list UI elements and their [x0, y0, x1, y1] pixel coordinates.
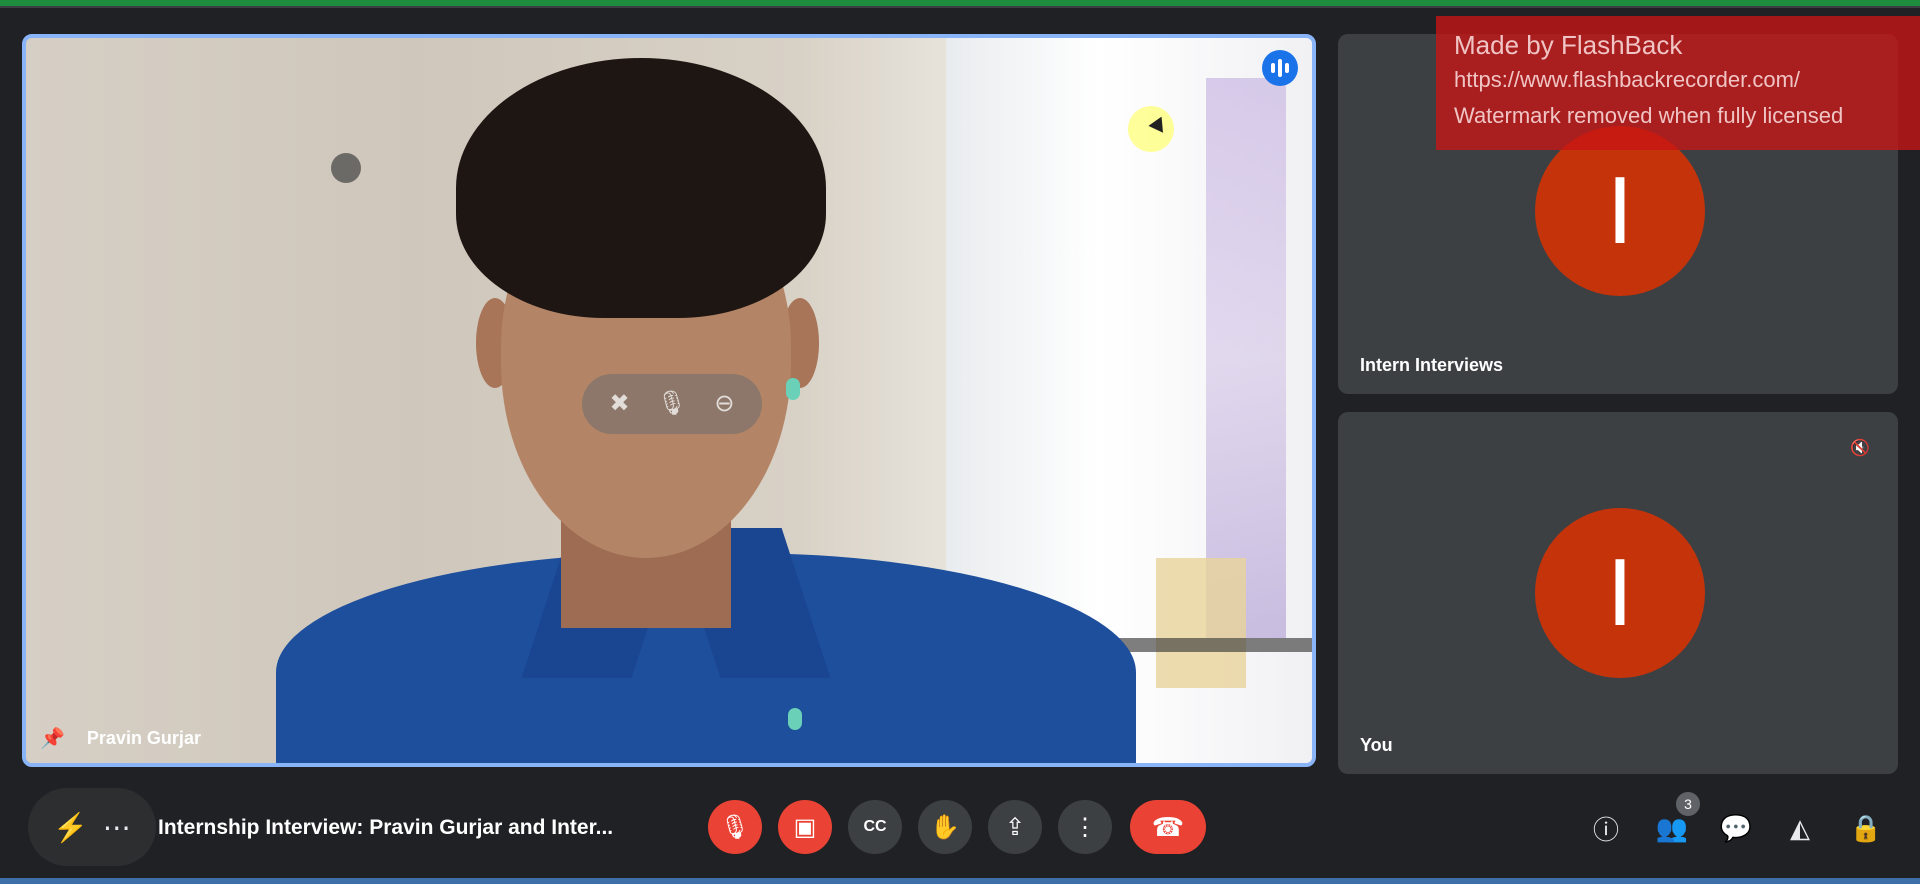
captions-button[interactable]: CC [848, 800, 902, 854]
raise-hand-button[interactable]: ✋ [918, 800, 972, 854]
hand-icon: ✋ [930, 813, 960, 841]
browser-top-strip [0, 0, 1920, 8]
participant-name: Pravin Gurjar [86, 728, 201, 748]
mic-toggle-button[interactable]: 🎙 [708, 800, 762, 854]
activities-button[interactable]: ◭ [1778, 806, 1822, 850]
more-icon[interactable]: ⋯ [103, 811, 131, 844]
more-vert-icon: ⋮ [1073, 813, 1097, 841]
meeting-title: Internship Interview: Pravin Gurjar and … [158, 816, 614, 839]
watermark-note: Watermark removed when fully licensed [1454, 103, 1844, 128]
remove-icon[interactable]: ⊖ [714, 392, 734, 416]
watermark-url: https://www.flashbackrecorder.com/ [1454, 67, 1801, 92]
mic-icon[interactable]: 🎙 [657, 392, 687, 416]
mic-off-icon: 🔇 [1850, 440, 1870, 457]
people-icon: 👥 [1655, 812, 1689, 843]
host-controls-button[interactable]: 🔒 [1844, 806, 1888, 850]
meeting-details-button[interactable]: ⓘ [1584, 806, 1628, 850]
bottom-control-bar: ⚡ ⋯ Internship Interview: Pravin Gurjar … [0, 784, 1920, 884]
recorder-watermark: Made by FlashBack https://www.flashbackr… [1436, 16, 1920, 150]
more-options-button[interactable]: ⋮ [1058, 800, 1112, 854]
meet-effects-icon[interactable]: ⚡ [53, 811, 88, 844]
pin-icon[interactable]: 📌 [40, 726, 65, 751]
chat-icon: 💬 [1719, 812, 1753, 843]
avatar: I [1535, 508, 1705, 678]
present-button[interactable]: ⇪ [988, 800, 1042, 854]
participant-name: You [1360, 735, 1393, 755]
participant-tile-you[interactable]: 🔇 I You [1338, 412, 1898, 774]
participant-name: Intern Interviews [1360, 355, 1504, 375]
camera-off-icon: ▣ [793, 813, 817, 841]
speaking-indicator-icon [1262, 50, 1298, 86]
screen-bottom-edge [0, 878, 1920, 884]
meet-logo-pill[interactable]: ⚡ ⋯ [28, 788, 156, 866]
meeting-stage: ✖ 🎙 ⊖ 📌 Pravin Gurjar I Intern Interview… [0, 8, 1920, 884]
present-icon: ⇪ [1004, 813, 1026, 841]
tile-hover-controls: ✖ 🎙 ⊖ [582, 374, 762, 434]
watermark-title: Made by FlashBack [1454, 30, 1683, 60]
mic-off-icon: 🎙 [719, 813, 751, 841]
participant-name-row: 📌 Pravin Gurjar [40, 726, 201, 751]
captions-icon: CC [863, 818, 887, 835]
info-icon: ⓘ [1592, 814, 1619, 845]
call-end-icon: ☎ [1151, 811, 1185, 842]
people-count-badge: 3 [1676, 792, 1700, 816]
camera-toggle-button[interactable]: ▣ [778, 800, 832, 854]
main-participant-tile[interactable]: ✖ 🎙 ⊖ 📌 Pravin Gurjar [22, 34, 1316, 767]
leave-call-button[interactable]: ☎ [1130, 800, 1206, 854]
avatar: I [1535, 126, 1705, 296]
unpin-icon[interactable]: ✖ [610, 392, 630, 416]
chat-button[interactable]: 💬 [1714, 806, 1758, 850]
activities-icon: ◭ [1790, 812, 1810, 843]
lock-person-icon: 🔒 [1849, 812, 1883, 843]
